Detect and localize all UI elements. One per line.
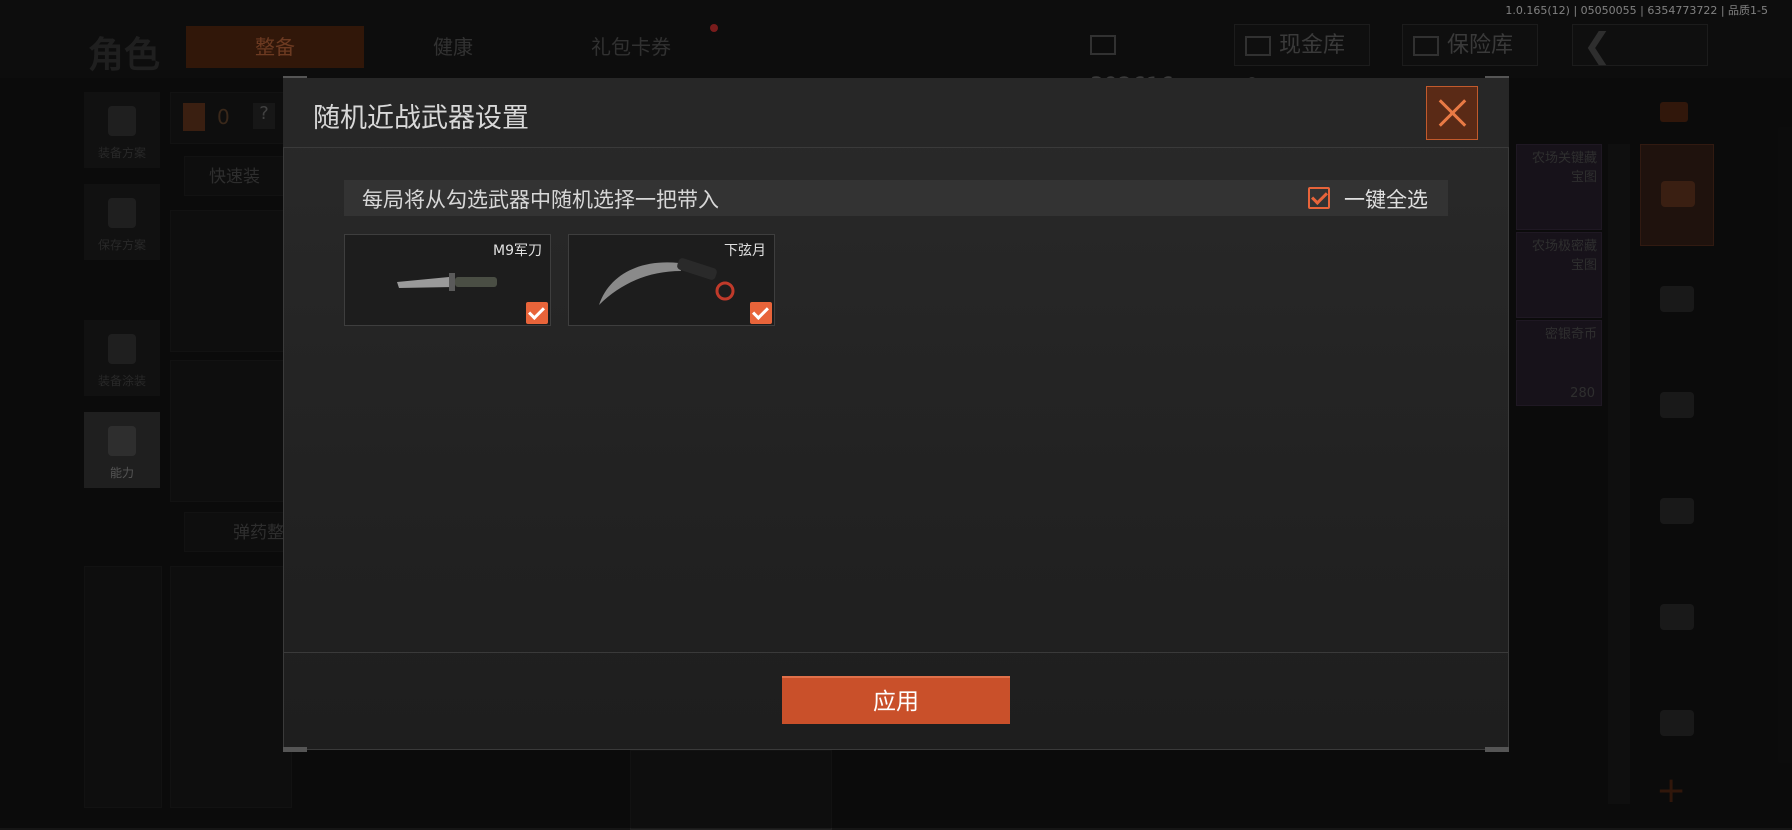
apply-button[interactable]: 应用 [782,676,1010,724]
weapon-name: 下弦月 [724,243,766,259]
select-all-checkbox[interactable] [1308,187,1330,209]
weapon-checkbox[interactable] [750,302,772,324]
select-all-label[interactable]: 一键全选 [1344,184,1428,214]
dialog-footer-divider [284,652,1508,653]
weapon-name: M9军刀 [493,243,542,259]
close-button[interactable] [1426,86,1478,140]
dialog-corner [283,747,307,752]
dialog-description: 每局将从勾选武器中随机选择一把带入 [362,188,719,212]
random-melee-dialog [283,78,1509,750]
dialog-corner [1485,747,1509,752]
dialog-title: 随机近战武器设置 [313,103,529,134]
weapon-checkbox[interactable] [526,302,548,324]
